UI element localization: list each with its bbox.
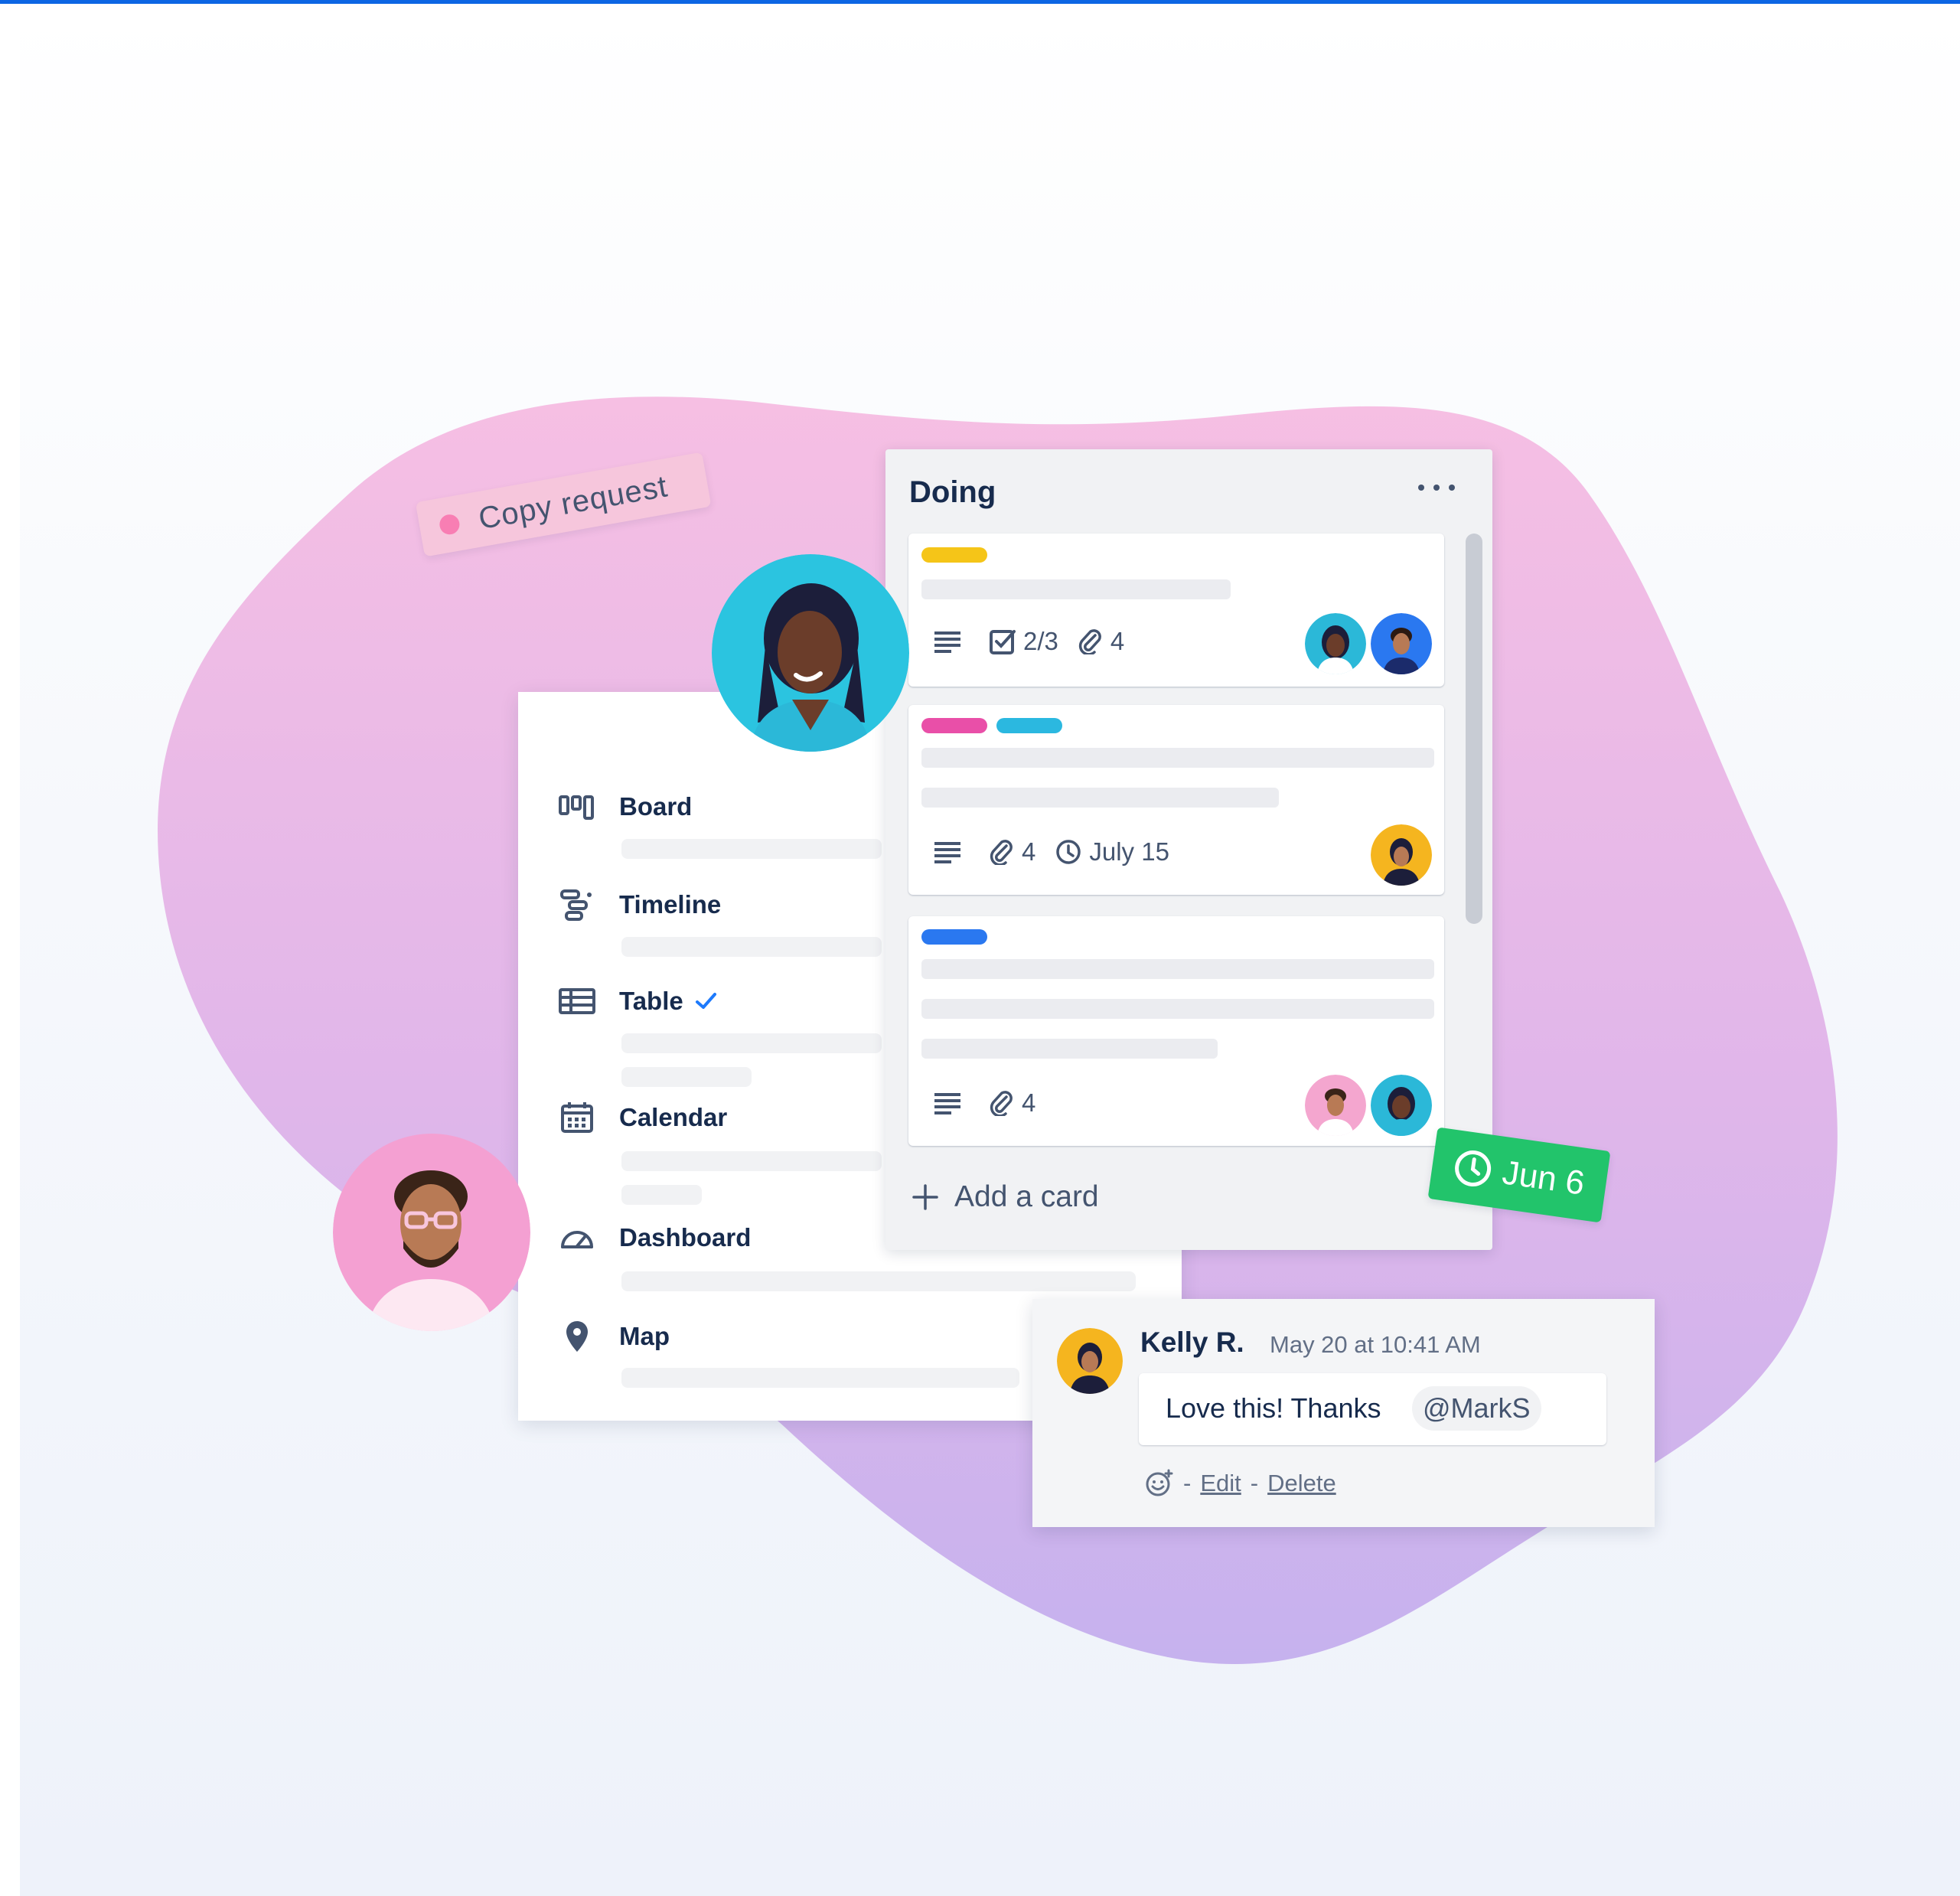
edit-comment-link[interactable]: Edit [1200,1470,1241,1497]
card-title-placeholder [921,579,1231,599]
member-avatar-large [333,1134,530,1331]
paperclip-icon [990,840,1013,865]
view-item-table[interactable]: Table [558,986,717,1017]
placeholder-line [621,1368,1019,1388]
separator: - [1250,1470,1259,1496]
comment-card: Kelly R. May 20 at 10:41 AM Love this! T… [1032,1299,1655,1527]
view-label-calendar: Calendar [619,1103,728,1131]
add-card-label: Add a card [954,1180,1099,1213]
clock-icon [1056,840,1081,864]
avatar[interactable] [1305,613,1366,674]
separator: - [1183,1470,1192,1496]
view-label-board: Board [619,792,693,821]
comment-body: Love this! Thanks @MarkS [1139,1373,1606,1445]
due-date: July 15 [1089,837,1169,866]
dot [1433,485,1440,491]
attachment-count: 4 [1022,1088,1036,1117]
card[interactable]: 4 July 15 [908,705,1444,895]
due-date-sticker-label: Jun 6 [1500,1154,1587,1203]
view-item-timeline[interactable]: Timeline [558,889,722,921]
card-badges: 4 [933,1088,1055,1118]
card-title-placeholder [921,959,1434,979]
card-title-placeholder [921,999,1434,1019]
comment-author: Kelly R. [1140,1327,1244,1358]
paperclip-icon [990,1091,1013,1116]
attachment-badge: 4 [1078,627,1124,656]
placeholder-line [621,1033,882,1053]
placeholder-line [621,1151,882,1171]
card-label-pink[interactable] [921,718,987,733]
card-label-yellow[interactable] [921,547,987,563]
view-label-dashboard: Dashboard [619,1223,752,1251]
dashboard-icon [558,1222,596,1253]
paperclip-icon [1078,629,1101,654]
attachment-badge: 4 [990,1088,1035,1118]
board-icon [558,791,596,822]
placeholder-line [621,1185,702,1205]
add-card-button[interactable]: Add a card [912,1180,1099,1214]
placeholder-line [621,1067,752,1087]
dot [1449,485,1455,491]
due-date-badge: July 15 [1055,837,1169,866]
view-label-map: Map [619,1322,670,1350]
card-title-placeholder [921,1039,1218,1059]
avatar[interactable] [1371,824,1432,886]
plus-icon [912,1184,938,1210]
view-item-board[interactable]: Board [558,791,692,822]
attachment-badge: 4 [990,837,1035,866]
placeholder-line [621,839,882,859]
card-label-cyan[interactable] [996,718,1062,733]
card[interactable]: 4 [908,916,1444,1146]
comment-avatar[interactable] [1057,1328,1123,1394]
avatar[interactable] [1371,1075,1432,1136]
view-item-map[interactable]: Map [558,1321,670,1352]
description-icon [933,840,970,863]
view-label-table: Table [619,987,683,1015]
view-label-timeline: Timeline [619,890,722,919]
pink-dot [438,513,461,537]
delete-comment-link[interactable]: Delete [1267,1470,1336,1497]
avatar[interactable] [1305,1075,1366,1136]
mention-chip[interactable]: @MarkS [1412,1386,1541,1431]
card-badges: 4 July 15 [933,837,1189,866]
list-menu-button[interactable] [1414,472,1459,503]
avatar[interactable] [1371,613,1432,674]
card-badges: 2/3 4 [933,627,1144,656]
list-scrollbar[interactable] [1466,534,1482,924]
list-doing: Doing 2/3 4 4 July 15 4 Add a card [885,449,1492,1250]
checklist-badge: 2/3 [990,627,1058,656]
card-label-blue[interactable] [921,929,987,945]
member-avatar-large [712,554,909,752]
add-reaction-icon[interactable] [1145,1469,1174,1498]
card-title-placeholder [921,788,1279,808]
card[interactable]: 2/3 4 [908,534,1444,687]
attachment-count: 4 [1110,627,1125,655]
checklist-icon [990,630,1016,654]
dot [1418,485,1424,491]
placeholder-line [621,937,882,957]
comment-text: Love this! Thanks [1166,1392,1381,1424]
description-icon [933,1092,970,1114]
comment-actions: - Edit - Delete [1145,1469,1336,1498]
illustration-stage: Copy request Board Timeline Table Calend… [20,4,1960,1896]
comment-timestamp: May 20 at 10:41 AM [1270,1331,1481,1358]
checklist-count: 2/3 [1023,627,1058,655]
checkmark-icon [695,993,716,1009]
view-item-calendar[interactable]: Calendar [558,1102,727,1133]
map-pin-icon [558,1321,596,1352]
card-title-placeholder [921,748,1434,768]
table-icon [558,986,596,1017]
description-icon [933,630,970,653]
placeholder-line [621,1271,1136,1291]
view-item-dashboard[interactable]: Dashboard [558,1222,751,1253]
timeline-icon [558,889,596,921]
attachment-count: 4 [1022,837,1036,866]
calendar-icon [558,1102,596,1133]
list-title: Doing [909,475,996,509]
clock-icon [1455,1150,1492,1187]
